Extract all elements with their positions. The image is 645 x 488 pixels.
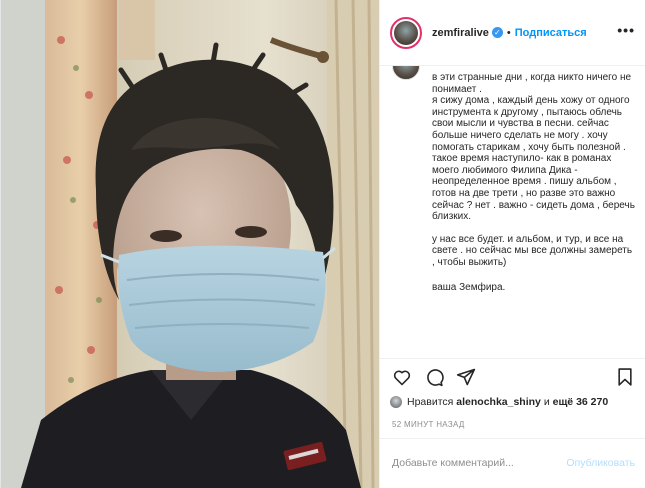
likes-summary: Нравится alenochka_shiny и ещё 36 270 — [390, 396, 608, 408]
caption-avatar[interactable] — [392, 66, 420, 80]
post-header: zemfiralive ✓ • Подписаться ••• — [380, 0, 645, 66]
likes-prefix: Нравится — [407, 396, 454, 408]
bookmark-icon[interactable] — [615, 367, 635, 387]
post-timestamp[interactable]: 52 МИНУТ НАЗАД — [392, 420, 465, 429]
profile-avatar-image — [394, 20, 418, 45]
username-link[interactable]: zemfiralive — [432, 27, 489, 39]
follow-button[interactable]: Подписаться — [515, 27, 587, 39]
comment-form: Опубликовать — [380, 438, 645, 488]
separator-dot: • — [506, 26, 511, 39]
more-options-icon[interactable]: ••• — [617, 23, 635, 37]
post-photo-illustration — [1, 0, 379, 488]
heart-icon[interactable] — [392, 367, 412, 387]
instagram-post: zemfiralive ✓ • Подписаться ••• в эти ст… — [0, 0, 645, 488]
liker-username-link[interactable]: alenochka_shiny — [456, 396, 541, 408]
liker-avatar[interactable] — [390, 396, 402, 408]
post-photo[interactable] — [1, 0, 379, 488]
likes-conjunction: и — [543, 396, 550, 408]
verified-badge-icon: ✓ — [491, 27, 503, 38]
post-caption: в эти странные дни , когда никто ничего … — [380, 66, 645, 358]
profile-avatar[interactable] — [390, 16, 422, 49]
caption-line: в эти странные дни , когда никто ничего … — [432, 72, 632, 95]
post-actions-bar — [380, 358, 645, 390]
caption-line: ваша Земфира. — [432, 281, 506, 293]
publish-button[interactable]: Опубликовать — [566, 457, 635, 469]
comment-icon[interactable] — [424, 367, 444, 387]
comment-input[interactable] — [392, 457, 552, 469]
post-details-panel: zemfiralive ✓ • Подписаться ••• в эти ст… — [379, 0, 645, 488]
paper-plane-icon[interactable] — [456, 367, 476, 387]
caption-text: в эти странные дни , когда никто ничего … — [432, 72, 637, 293]
caption-line: у нас все будет. и альбом, и тур, и все … — [432, 233, 633, 268]
likes-count-link[interactable]: ещё 36 270 — [553, 396, 609, 408]
caption-line: я сижу дома , каждый день хожу от одного… — [432, 95, 635, 223]
